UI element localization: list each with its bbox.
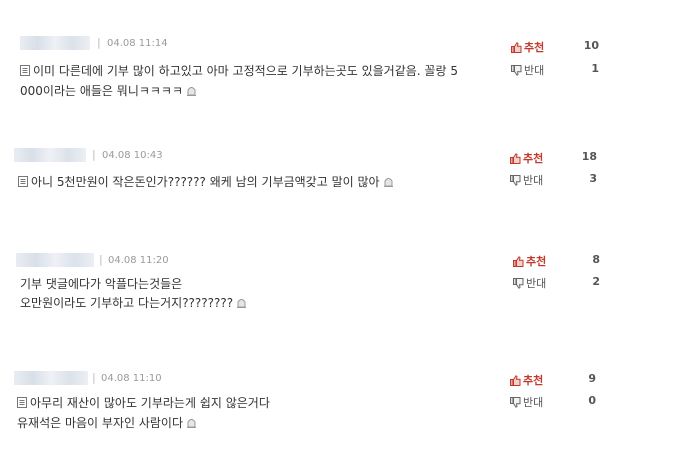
- comment-line: 유재석은 마음이 부자인 사람이다: [17, 414, 270, 434]
- comment-body: 아무리 재산이 많아도 기부라는게 쉽지 않은거다 유재석은 마음이 부자인 사…: [17, 394, 270, 434]
- comment-item: | 04.08 11:14 이미 다른데에 기부 많이 하고있고 아마 고정적으…: [0, 36, 691, 106]
- oppose-label: 반대: [523, 174, 544, 187]
- recommend-button[interactable]: 추천: [510, 372, 543, 388]
- report-icon[interactable]: [383, 174, 394, 193]
- recommend-button[interactable]: 추천: [511, 39, 544, 55]
- comment-line-text: 오만원이라도 기부하고 다는거지????????: [20, 296, 234, 310]
- comment-meta: | 04.08 11:14: [0, 36, 300, 52]
- oppose-label: 반대: [526, 277, 547, 290]
- recommend-count: 8: [592, 253, 600, 266]
- meta-separator: |: [92, 371, 96, 384]
- comment-body: 이미 다른데에 기부 많이 하고있고 아마 고정적으로 기부하는곳도 있을거같음…: [20, 62, 458, 102]
- comment-date: 04.08 10:43: [102, 150, 163, 161]
- meta-separator: |: [92, 148, 96, 161]
- oppose-button[interactable]: 반대: [511, 62, 544, 78]
- username-blurred[interactable]: [14, 148, 86, 162]
- document-icon: [17, 395, 27, 414]
- comment-date: 04.08 11:14: [107, 38, 168, 49]
- document-icon: [18, 174, 28, 193]
- comment-line-text: 이미 다른데에 기부 많이 하고있고 아마 고정적으로 기부하는곳도 있을거같음…: [33, 64, 458, 78]
- comment-line: 아무리 재산이 많아도 기부라는게 쉽지 않은거다: [17, 394, 270, 414]
- comment-line: 000이라는 애들은 뭐니ㅋㅋㅋㅋ: [20, 82, 458, 102]
- comment-body: 기부 댓글에다가 악플다는것들은 오만원이라도 기부하고 다는거지???????…: [20, 275, 247, 314]
- comment-item: | 04.08 11:20 기부 댓글에다가 악플다는것들은 오만원이라도 기부…: [0, 253, 691, 313]
- oppose-count: 0: [588, 394, 596, 407]
- comment-line-text: 아니 5천만원이 작은돈인가?????? 왜케 남의 기부금액갖고 말이 많아: [31, 175, 380, 189]
- oppose-label: 반대: [523, 396, 544, 409]
- username-blurred[interactable]: [14, 371, 88, 385]
- comment-line: 아니 5천만원이 작은돈인가?????? 왜케 남의 기부금액갖고 말이 많아: [18, 173, 394, 193]
- thumbs-up-icon: [511, 42, 522, 56]
- thumbs-down-icon: [511, 65, 522, 79]
- recommend-button[interactable]: 추천: [510, 150, 543, 166]
- report-icon[interactable]: [186, 415, 197, 434]
- comment-body: 아니 5천만원이 작은돈인가?????? 왜케 남의 기부금액갖고 말이 많아: [18, 173, 394, 193]
- report-icon[interactable]: [236, 295, 247, 314]
- recommend-label: 추천: [523, 374, 544, 387]
- thumbs-down-icon: [513, 278, 524, 292]
- thumbs-up-icon: [510, 153, 521, 167]
- recommend-count: 9: [588, 372, 596, 385]
- thumbs-down-icon: [510, 175, 521, 189]
- comment-meta: | 04.08 10:43: [0, 148, 300, 164]
- oppose-count: 3: [589, 172, 597, 185]
- comment-date: 04.08 11:20: [108, 255, 169, 266]
- oppose-label: 반대: [524, 64, 545, 77]
- comment-line: 기부 댓글에다가 악플다는것들은: [20, 275, 247, 294]
- recommend-label: 추천: [523, 152, 544, 165]
- username-blurred[interactable]: [20, 36, 90, 50]
- comment-line-text: 000이라는 애들은 뭐니ㅋㅋㅋㅋ: [20, 84, 184, 98]
- thumbs-down-icon: [510, 397, 521, 411]
- oppose-button[interactable]: 반대: [510, 172, 543, 188]
- recommend-label: 추천: [526, 255, 547, 268]
- username-blurred[interactable]: [16, 253, 94, 267]
- comment-item: | 04.08 11:10 아무리 재산이 많아도 기부라는게 쉽지 않은거다 …: [0, 371, 691, 433]
- comment-date: 04.08 11:10: [101, 373, 162, 384]
- meta-separator: |: [97, 36, 101, 49]
- oppose-count: 2: [592, 275, 600, 288]
- comment-line: 오만원이라도 기부하고 다는거지????????: [20, 294, 247, 314]
- comment-line-text: 유재석은 마음이 부자인 사람이다: [17, 416, 184, 430]
- comment-meta: | 04.08 11:20: [0, 253, 300, 269]
- report-icon[interactable]: [186, 83, 197, 102]
- oppose-button[interactable]: 반대: [513, 275, 546, 291]
- recommend-count: 18: [581, 150, 597, 163]
- comment-line-text: 기부 댓글에다가 악플다는것들은: [20, 277, 183, 291]
- oppose-count: 1: [591, 62, 599, 75]
- oppose-button[interactable]: 반대: [510, 394, 543, 410]
- recommend-label: 추천: [524, 41, 545, 54]
- comment-line: 이미 다른데에 기부 많이 하고있고 아마 고정적으로 기부하는곳도 있을거같음…: [20, 62, 458, 82]
- comment-meta: | 04.08 11:10: [0, 371, 300, 387]
- comment-line-text: 아무리 재산이 많아도 기부라는게 쉽지 않은거다: [30, 396, 270, 410]
- thumbs-up-icon: [510, 375, 521, 389]
- recommend-button[interactable]: 추천: [513, 253, 546, 269]
- meta-separator: |: [99, 253, 103, 266]
- document-icon: [20, 63, 30, 82]
- comment-item: | 04.08 10:43 아니 5천만원이 작은돈인가?????? 왜케 남의…: [0, 148, 691, 198]
- recommend-count: 10: [583, 39, 599, 52]
- thumbs-up-icon: [513, 256, 524, 270]
